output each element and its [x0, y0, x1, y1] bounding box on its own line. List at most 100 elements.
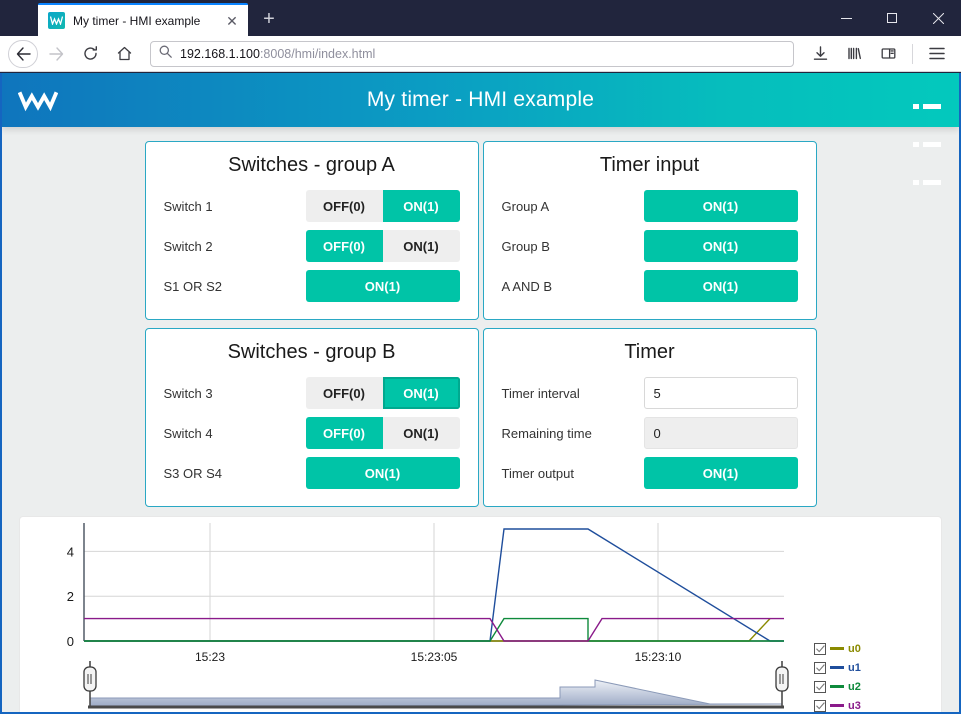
window-maximize-button[interactable] [869, 0, 915, 36]
legend-item-u2[interactable]: u2 [814, 677, 924, 696]
window-close-button[interactable] [915, 0, 961, 36]
browser-tab[interactable]: My timer - HMI example ✕ [38, 3, 248, 36]
chart-series-u0[interactable] [84, 618, 771, 642]
legend-checkbox-icon[interactable] [814, 661, 826, 674]
range-handle-right[interactable] [775, 666, 789, 692]
chart-y-tick-label: 0 [67, 634, 74, 649]
toggle-off-option[interactable]: OFF(0) [305, 417, 383, 449]
row-label: Switch 3 [163, 385, 213, 401]
search-icon [159, 45, 172, 63]
control-row-group-a: Group A ON(1) [502, 189, 798, 223]
window-controls [823, 0, 961, 36]
legend-item-u1[interactable]: u1 [814, 658, 924, 677]
panel-title: Timer input [599, 154, 700, 176]
chart-y-tick-label: 2 [67, 589, 74, 604]
chart-x-tick-label: 15:23:05 [411, 650, 458, 664]
list-menu-icon[interactable] [913, 89, 941, 185]
favicon-icon [48, 12, 65, 29]
url-text: 192.168.1.100:8008/hmi/index.html [180, 47, 375, 61]
address-bar[interactable]: 192.168.1.100:8008/hmi/index.html [150, 40, 794, 67]
library-icon[interactable] [838, 39, 870, 69]
row-label: Timer output [501, 465, 575, 481]
toggle-switch-2[interactable]: OFF(0) ON(1) [305, 230, 460, 262]
chart-x-tick-label: 15:23:10 [635, 650, 682, 664]
row-label: Remaining time [501, 425, 592, 441]
toggle-on-option[interactable]: ON(1) [382, 417, 460, 449]
legend-checkbox-icon[interactable] [814, 699, 826, 712]
trend-chart-card: 02415:22:5515:2315:23:0515:23:10 [20, 517, 941, 714]
navigation-toolbar: 192.168.1.100:8008/hmi/index.html [0, 36, 961, 72]
legend-checkbox-icon[interactable] [814, 680, 826, 693]
legend-color-swatch [830, 685, 844, 688]
new-tab-button[interactable]: + [254, 4, 284, 34]
panel-grid: Switches - group A Switch 1 OFF(0) ON(1)… [2, 141, 959, 507]
toggle-off-option[interactable]: OFF(0) [305, 190, 383, 222]
panel-timer: Timer Timer interval 5 Remaining time 0 … [482, 328, 817, 507]
row-label: Timer interval [501, 385, 580, 401]
timer-interval-input[interactable]: 5 [643, 377, 798, 409]
status-badge-s1-or-s2: ON(1) [305, 270, 460, 302]
legend-label: u1 [848, 661, 861, 674]
toggle-on-option[interactable]: ON(1) [382, 230, 460, 262]
trend-chart[interactable]: 02415:22:5515:2315:23:0515:23:10 [20, 517, 941, 714]
row-label: A AND B [501, 278, 553, 294]
panel-switches-group-b: Switches - group B Switch 3 OFF(0) ON(1)… [144, 328, 479, 507]
back-button[interactable] [8, 39, 38, 68]
legend-color-swatch [830, 666, 844, 669]
legend-checkbox-icon[interactable] [814, 642, 826, 655]
window-minimize-button[interactable] [823, 0, 869, 36]
tab-strip: My timer - HMI example ✕ + [0, 0, 961, 36]
control-row-switch-1: Switch 1 OFF(0) ON(1) [164, 189, 460, 223]
legend-item-u3[interactable]: u3 [814, 696, 924, 712]
range-selector-overview-area[interactable] [89, 679, 783, 708]
row-label: S3 OR S4 [163, 465, 223, 481]
app-title: My timer - HMI example [366, 88, 595, 111]
toggle-switch-4[interactable]: OFF(0) ON(1) [305, 417, 460, 449]
tab-close-icon[interactable]: ✕ [222, 11, 242, 31]
panel-switches-group-a: Switches - group A Switch 1 OFF(0) ON(1)… [144, 141, 479, 320]
control-row-group-b: Group B ON(1) [502, 229, 798, 263]
row-label: Switch 2 [163, 238, 213, 254]
control-row-s3-or-s4: S3 OR S4 ON(1) [164, 456, 460, 490]
control-row-remaining-time: Remaining time 0 [502, 416, 798, 450]
home-button[interactable] [108, 39, 140, 69]
hamburger-menu-icon[interactable] [921, 39, 953, 69]
toggle-switch-3[interactable]: OFF(0) ON(1) [305, 377, 460, 409]
toolbar-icons [804, 39, 953, 69]
sidebar-icon[interactable] [872, 39, 904, 69]
reload-button[interactable] [74, 39, 106, 69]
remaining-time-value: 0 [643, 417, 798, 449]
range-handle-left[interactable] [83, 666, 97, 692]
control-row-a-and-b: A AND B ON(1) [502, 269, 798, 303]
row-label: Group B [501, 238, 550, 254]
row-label: Switch 1 [163, 198, 213, 214]
control-row-timer-interval: Timer interval 5 [502, 376, 798, 410]
url-path: :8008/hmi/index.html [259, 46, 376, 61]
legend-item-u0[interactable]: u0 [814, 639, 924, 658]
control-row-timer-output: Timer output ON(1) [502, 456, 798, 490]
control-row-s1-or-s2: S1 OR S2 ON(1) [164, 269, 460, 303]
status-badge-group-a: ON(1) [643, 190, 798, 222]
toggle-off-option[interactable]: OFF(0) [305, 377, 383, 409]
toolbar-divider [912, 43, 913, 64]
forward-button[interactable] [40, 39, 72, 69]
control-row-switch-3: Switch 3 OFF(0) ON(1) [164, 376, 460, 410]
toggle-on-option[interactable]: ON(1) [382, 190, 460, 222]
panel-timer-input: Timer input Group A ON(1) Group B ON(1) … [482, 141, 817, 320]
app-header: My timer - HMI example [2, 73, 959, 185]
row-label: Switch 4 [163, 425, 213, 441]
toggle-off-option[interactable]: OFF(0) [305, 230, 383, 262]
legend-label: u3 [848, 699, 861, 712]
page-content: Switches - group A Switch 1 OFF(0) ON(1)… [2, 127, 959, 714]
wago-w-logo-icon [18, 86, 58, 114]
chart-y-tick-label: 4 [67, 544, 74, 559]
legend-color-swatch [830, 647, 844, 650]
control-row-switch-4: Switch 4 OFF(0) ON(1) [164, 416, 460, 450]
status-badge-a-and-b: ON(1) [643, 270, 798, 302]
toggle-switch-1[interactable]: OFF(0) ON(1) [305, 190, 460, 222]
download-icon[interactable] [804, 39, 836, 69]
status-badge-s3-or-s4: ON(1) [305, 457, 460, 489]
toggle-on-option[interactable]: ON(1) [382, 377, 460, 409]
panel-title: Switches - group A [228, 154, 395, 176]
row-label: S1 OR S2 [163, 278, 223, 294]
